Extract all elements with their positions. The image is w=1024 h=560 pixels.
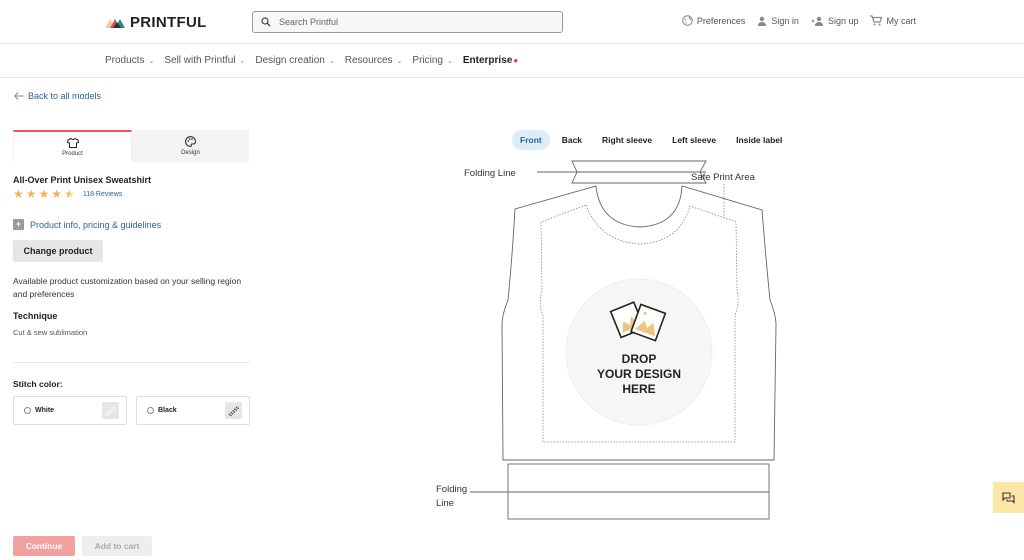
search-icon bbox=[261, 17, 271, 27]
printful-logo[interactable]: PRINTFUL bbox=[105, 14, 207, 31]
folding-line-label-top: Folding Line bbox=[464, 168, 516, 179]
tab-design[interactable]: Design bbox=[132, 130, 249, 162]
drop-design-text: DROP YOUR DESIGN HERE bbox=[568, 352, 710, 397]
sign-in-link[interactable]: Sign in bbox=[757, 15, 799, 26]
add-to-cart-button[interactable]: Add to cart bbox=[82, 536, 152, 556]
star-icon: ★ bbox=[13, 187, 24, 201]
technique-label: Technique bbox=[13, 311, 58, 321]
search-input[interactable] bbox=[279, 17, 539, 27]
back-link[interactable]: Back to all models bbox=[14, 91, 101, 101]
logo-text: PRINTFUL bbox=[130, 14, 207, 31]
sign-in-label: Sign in bbox=[771, 15, 799, 26]
nav-design-creation-label: Design creation bbox=[255, 55, 325, 66]
folding-line-label-bottom-2: Line bbox=[436, 498, 454, 509]
nav-sell[interactable]: Sell with Printful ⌄ bbox=[164, 55, 245, 66]
view-tab-right-sleeve[interactable]: Right sleeve bbox=[594, 130, 660, 150]
cart-icon bbox=[870, 15, 883, 26]
tshirt-icon bbox=[66, 137, 79, 148]
tab-product-label: Product bbox=[62, 150, 83, 157]
drop-text-line-2: YOUR DESIGN bbox=[596, 367, 681, 381]
reviews-link[interactable]: 118 Reviews bbox=[83, 191, 123, 198]
radio-black[interactable] bbox=[147, 407, 154, 414]
nav-enterprise-label: Enterprise bbox=[462, 55, 513, 66]
add-user-icon bbox=[811, 16, 823, 26]
chevron-down-icon: ⌄ bbox=[148, 57, 155, 65]
nav-pricing[interactable]: Pricing ⌄ bbox=[412, 55, 452, 66]
preferences-label: Preferences bbox=[696, 15, 746, 26]
nav-resources-label: Resources bbox=[344, 55, 393, 66]
star-icon: ★ bbox=[51, 187, 63, 201]
drop-text-line-3: HERE bbox=[622, 382, 656, 396]
drop-text-line-1: DROP bbox=[621, 352, 657, 366]
star-icon: ★ bbox=[25, 187, 37, 201]
star-icon: ★ bbox=[38, 187, 50, 201]
product-info-label: Product info, pricing & guidelines bbox=[30, 219, 162, 230]
waistband bbox=[507, 463, 770, 520]
header-links: Preferences Sign in Sign up My cart bbox=[682, 15, 916, 26]
white-stitch-swatch-icon bbox=[102, 402, 119, 419]
divider bbox=[13, 362, 250, 363]
nav-pricing-label: Pricing bbox=[412, 55, 443, 66]
chevron-down-icon: ⌄ bbox=[446, 57, 453, 65]
chat-button[interactable] bbox=[993, 482, 1024, 513]
user-icon bbox=[758, 16, 767, 26]
availability-text: Available product customization based on… bbox=[13, 276, 242, 299]
back-label: Back to all models bbox=[28, 91, 102, 101]
nav-products[interactable]: Products ⌄ bbox=[105, 55, 154, 66]
view-tab-front[interactable]: Front bbox=[512, 130, 550, 150]
cart-link[interactable]: My cart bbox=[870, 15, 916, 26]
search-box[interactable] bbox=[252, 11, 563, 33]
nav-sell-label: Sell with Printful bbox=[164, 55, 236, 66]
continue-button[interactable]: Continue bbox=[13, 536, 75, 556]
nav-enterprise[interactable]: Enterprise ● bbox=[463, 55, 518, 66]
product-rating: ★ ★ ★ ★ ★ 118 Reviews bbox=[13, 188, 122, 200]
half-star-icon: ★ bbox=[64, 187, 75, 201]
stitch-option-white[interactable]: White bbox=[13, 396, 127, 425]
preferences-link[interactable]: Preferences bbox=[682, 15, 746, 26]
tab-design-label: Design bbox=[181, 150, 200, 156]
globe-icon bbox=[682, 15, 693, 26]
view-tabs: Front Back Right sleeve Left sleeve Insi… bbox=[512, 130, 790, 150]
product-info-link[interactable]: + Product info, pricing & guidelines bbox=[13, 219, 161, 230]
view-tab-inside-label[interactable]: Inside label bbox=[728, 130, 790, 150]
technique-value: Cut & sew sublimation bbox=[13, 328, 88, 337]
palette-icon bbox=[185, 136, 196, 147]
nav-resources[interactable]: Resources ⌄ bbox=[345, 55, 403, 66]
sign-up-link[interactable]: Sign up bbox=[811, 15, 859, 26]
arrow-left-icon bbox=[14, 92, 24, 100]
chevron-down-icon: ⌄ bbox=[239, 57, 246, 65]
change-product-button[interactable]: Change product bbox=[13, 240, 103, 262]
safe-print-area-label: Safe Print Area bbox=[691, 172, 755, 183]
chevron-down-icon: ⌄ bbox=[328, 57, 335, 65]
product-title: All-Over Print Unisex Sweatshirt bbox=[13, 175, 152, 185]
nav-design-creation[interactable]: Design creation ⌄ bbox=[255, 55, 334, 66]
main-nav: Products ⌄ Sell with Printful ⌄ Design cre… bbox=[0, 44, 1024, 78]
sign-up-label: Sign up bbox=[827, 15, 859, 26]
stitch-black-label: Black bbox=[158, 407, 177, 414]
radio-white[interactable] bbox=[24, 407, 31, 414]
nav-products-label: Products bbox=[105, 55, 145, 66]
sweatshirt-mockup[interactable] bbox=[420, 155, 800, 535]
new-dot-badge: ● bbox=[513, 56, 519, 65]
stitch-white-label: White bbox=[35, 407, 55, 414]
black-stitch-swatch-icon bbox=[225, 402, 242, 419]
chevron-down-icon: ⌄ bbox=[396, 57, 403, 65]
top-bar: PRINTFUL Preferences Sign in Sign up My … bbox=[0, 0, 1024, 44]
chat-icon bbox=[1002, 491, 1015, 504]
sidebar-tabs: Product Design bbox=[13, 130, 249, 162]
stitch-option-black[interactable]: Black bbox=[136, 396, 250, 425]
tab-product[interactable]: Product bbox=[13, 130, 132, 162]
folding-line-label-bottom-1: Folding bbox=[436, 484, 468, 495]
cart-label: My cart bbox=[886, 15, 916, 26]
view-tab-back[interactable]: Back bbox=[554, 130, 590, 150]
logo-mark-icon bbox=[105, 19, 125, 28]
stitch-color-label: Stitch color: bbox=[13, 379, 63, 389]
view-tab-left-sleeve[interactable]: Left sleeve bbox=[664, 130, 724, 150]
info-icon: + bbox=[13, 219, 24, 230]
